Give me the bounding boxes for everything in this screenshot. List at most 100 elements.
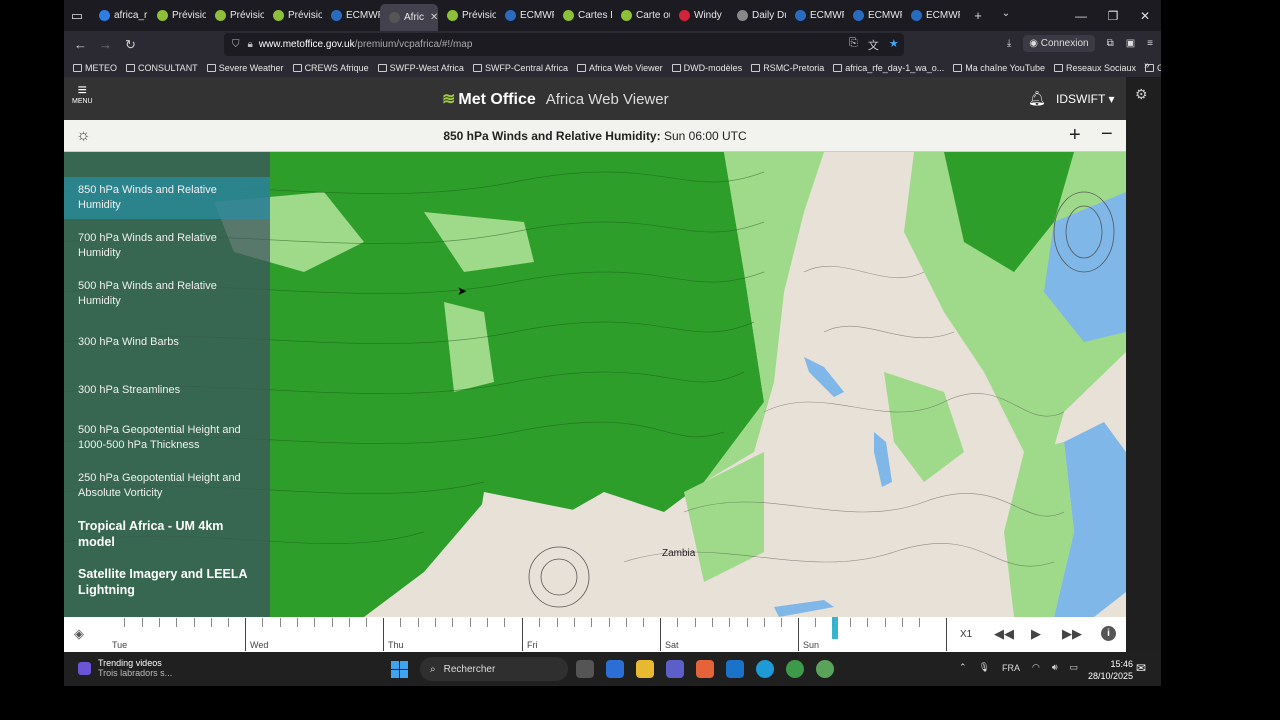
- brand-name: Met Office: [458, 91, 536, 108]
- bookmark-item[interactable]: SWFP-West Africa: [377, 63, 464, 73]
- account-button[interactable]: ◉ Connexion: [1023, 35, 1095, 52]
- microphone-icon[interactable]: 🎙︎: [979, 662, 990, 673]
- timeline-day-label[interactable]: Thu: [388, 640, 404, 650]
- bookmark-item[interactable]: CREWS Afrique: [292, 63, 369, 73]
- bookmark-item[interactable]: METEO: [73, 63, 117, 73]
- layer-section-header[interactable]: Satellite Imagery and LEELA Lightning: [64, 561, 270, 603]
- layer-item[interactable]: 700 hPa Winds and Relative Humidity: [64, 225, 270, 267]
- browser-tab[interactable]: Prévisio: [438, 0, 496, 31]
- bookmark-item[interactable]: Reseaux Sociaux: [1054, 63, 1136, 73]
- timeline-day-label[interactable]: Sat: [665, 640, 679, 650]
- outlook-icon[interactable]: [726, 660, 744, 678]
- browser-tab[interactable]: Cartes P: [554, 0, 612, 31]
- browser-tab[interactable]: Carte ou: [612, 0, 670, 31]
- timeline-day-label[interactable]: Fri: [527, 640, 538, 650]
- zoom-out-button[interactable]: −: [1101, 123, 1113, 146]
- layers-stack-icon[interactable]: ◈: [74, 626, 84, 642]
- bookmark-item[interactable]: Africa Web Viewer: [576, 63, 663, 73]
- browser-tab[interactable]: ECMWF: [844, 0, 902, 31]
- tray-chevron-icon[interactable]: ⌃: [959, 662, 967, 673]
- tab-list-icon[interactable]: ▭: [64, 0, 90, 31]
- hour-tick: [486, 618, 488, 627]
- hour-tick: [434, 618, 436, 627]
- browser-tab[interactable]: Prévisio: [206, 0, 264, 31]
- layer-item[interactable]: 250 hPa Geopotential Height and Absolute…: [64, 465, 270, 507]
- volume-icon[interactable]: 🔊︎: [1052, 662, 1058, 673]
- timeline-day-label[interactable]: Wed: [250, 640, 268, 650]
- browser-tab[interactable]: ECMWF: [786, 0, 844, 31]
- tab-label: Carte ou: [636, 10, 670, 21]
- reload-icon[interactable]: ↻: [118, 37, 143, 53]
- minimize-button[interactable]: —: [1065, 0, 1097, 31]
- browser-tab[interactable]: Prévisio: [148, 0, 206, 31]
- file-explorer-icon[interactable]: [636, 660, 654, 678]
- layer-item[interactable]: 300 hPa Streamlines: [64, 377, 270, 403]
- layer-item[interactable]: 300 hPa Wind Barbs: [64, 329, 270, 355]
- close-window-button[interactable]: ✕: [1129, 0, 1161, 31]
- store-icon[interactable]: [606, 660, 624, 678]
- edge-icon[interactable]: [756, 660, 774, 678]
- menu-button[interactable]: ≡ MENU: [72, 83, 93, 106]
- translate-icon[interactable]: 文: [868, 37, 879, 53]
- notification-icon[interactable]: ✉: [1136, 661, 1146, 675]
- bookmarks-overflow-icon[interactable]: »: [1144, 60, 1150, 71]
- bell-icon[interactable]: 🔔︎: [1028, 90, 1046, 107]
- taskbar-search[interactable]: ⌕ Rechercher: [420, 657, 568, 681]
- reader-icon[interactable]: ⎘: [849, 37, 858, 53]
- gear-icon[interactable]: ⚙: [1135, 86, 1148, 103]
- bookmark-item[interactable]: SWFP-Central Africa: [472, 63, 568, 73]
- restore-button[interactable]: ❐: [1097, 0, 1129, 31]
- tab-close-icon[interactable]: ✕: [430, 12, 438, 23]
- widgets-button[interactable]: Trending videos Trois labradors s...: [78, 658, 172, 678]
- download-icon[interactable]: ⤓: [1007, 38, 1011, 49]
- battery-icon[interactable]: ▭: [1070, 662, 1079, 673]
- task-view-icon[interactable]: [576, 660, 594, 678]
- browser-tab[interactable]: ECMWF: [496, 0, 554, 31]
- app-menu-icon[interactable]: ≡: [1147, 38, 1153, 49]
- info-icon[interactable]: i: [1101, 626, 1116, 641]
- extensions-icon[interactable]: ⧉: [1107, 38, 1114, 49]
- chrome-icon[interactable]: [786, 660, 804, 678]
- browser-tab[interactable]: ECMWF: [902, 0, 960, 31]
- play-icon[interactable]: ▶: [1031, 626, 1041, 642]
- bookmark-item[interactable]: DWD-modèles: [671, 63, 742, 73]
- timeline-bar[interactable]: ◈ X1 ◀◀ ▶ ▶▶ i Tue Wed Thu Fri Sat Sun: [64, 617, 1126, 652]
- timeline-day-label[interactable]: Tue: [112, 640, 127, 650]
- layer-item[interactable]: 500 hPa Winds and Relative Humidity: [64, 273, 270, 315]
- globe-app-icon[interactable]: [816, 660, 834, 678]
- layer-section-header[interactable]: Tropical Africa - UM 4km model: [64, 513, 270, 555]
- teams-icon[interactable]: [666, 660, 684, 678]
- layer-item[interactable]: 850 hPa Winds and Relative Humidity: [64, 177, 270, 219]
- step-forward-icon[interactable]: ▶▶: [1062, 626, 1082, 642]
- firefox-icon[interactable]: [696, 660, 714, 678]
- bookmark-item[interactable]: CONSULTANT: [126, 63, 198, 73]
- sidebar-icon[interactable]: ▣: [1126, 38, 1135, 49]
- playback-speed[interactable]: X1: [960, 629, 972, 640]
- browser-tab[interactable]: Prévisio: [264, 0, 322, 31]
- back-icon[interactable]: ←: [68, 37, 93, 52]
- user-menu[interactable]: IDSWIFT ▾: [1056, 92, 1114, 106]
- bookmark-item[interactable]: Severe Weather: [206, 63, 284, 73]
- new-tab-button[interactable]: +: [964, 8, 992, 23]
- browser-tab[interactable]: Windy: [670, 0, 728, 31]
- clock[interactable]: 15:46 28/10/2025: [1088, 658, 1133, 682]
- bookmark-item[interactable]: RSMC-Pretoria: [751, 63, 824, 73]
- windows-start-icon[interactable]: [391, 661, 408, 678]
- wifi-icon[interactable]: ◠: [1032, 662, 1040, 673]
- language-indicator[interactable]: FRA: [1002, 663, 1020, 673]
- url-bar[interactable]: ⛉ 🔒︎ www.metoffice.gov.uk /premium/vcpaf…: [224, 33, 904, 56]
- layer-item[interactable]: 500 hPa Geopotential Height and 1000-500…: [64, 417, 270, 459]
- bookmark-star-icon[interactable]: ★: [889, 37, 899, 53]
- url-host: www.metoffice.gov.uk: [258, 39, 355, 50]
- browser-tab[interactable]: Daily Du: [728, 0, 786, 31]
- browser-tab[interactable]: africa_r: [90, 0, 148, 31]
- bookmark-item[interactable]: Ma chaîne YouTube: [953, 63, 1045, 73]
- bookmark-item[interactable]: africa_rfe_day-1_wa_o...: [833, 63, 944, 73]
- step-back-icon[interactable]: ◀◀: [994, 626, 1014, 642]
- browser-tab[interactable]: ECMWF: [322, 0, 380, 31]
- timeline-day-label[interactable]: Sun: [803, 640, 819, 650]
- browser-tab[interactable]: Afric ✕: [380, 4, 438, 31]
- zoom-in-button[interactable]: +: [1069, 124, 1081, 147]
- forward-icon[interactable]: →: [93, 37, 118, 52]
- tab-overflow-icon[interactable]: ⌄: [992, 8, 1020, 23]
